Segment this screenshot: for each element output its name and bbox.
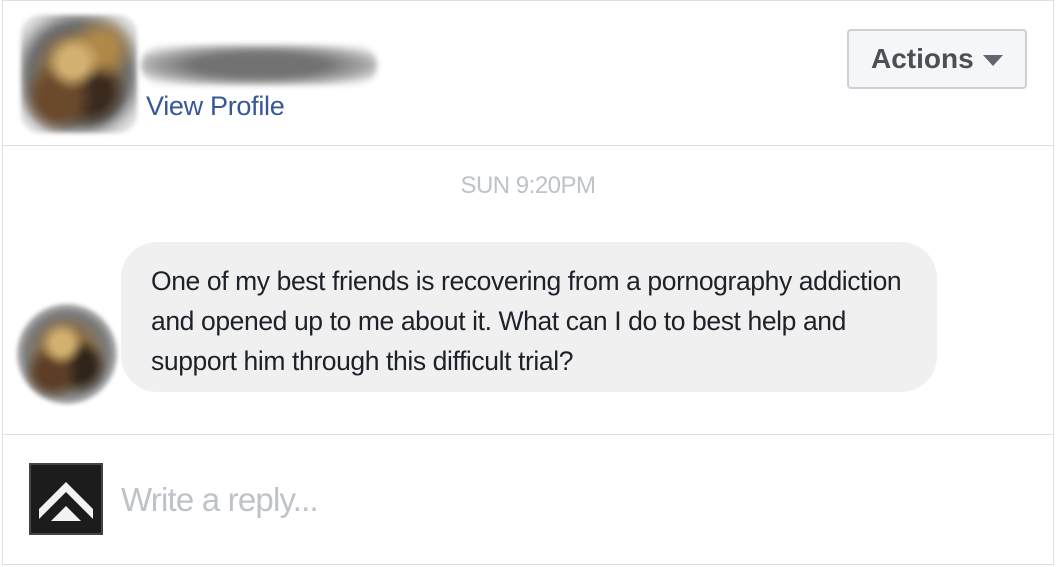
chevron-logo-icon (29, 463, 103, 535)
actions-dropdown-button[interactable]: Actions (847, 29, 1027, 89)
message-thread: SUN 9:20PM One of my best friends is rec… (2, 146, 1054, 434)
messenger-conversation: View Profile Actions SUN 9:20PM One of m… (0, 0, 1058, 567)
message-text: One of my best friends is recovering fro… (151, 266, 902, 376)
reply-composer (2, 434, 1054, 565)
reply-input[interactable] (121, 475, 1021, 525)
conversation-header: View Profile Actions (2, 0, 1054, 146)
actions-label: Actions (871, 43, 974, 74)
message-timestamp: SUN 9:20PM (460, 172, 596, 199)
profile-avatar[interactable] (21, 15, 137, 133)
caret-down-icon (983, 55, 1003, 66)
sender-avatar[interactable] (17, 304, 117, 404)
redacted-profile-name (141, 45, 377, 85)
view-profile-link[interactable]: View Profile (146, 91, 285, 122)
message-bubble: One of my best friends is recovering fro… (121, 242, 937, 392)
